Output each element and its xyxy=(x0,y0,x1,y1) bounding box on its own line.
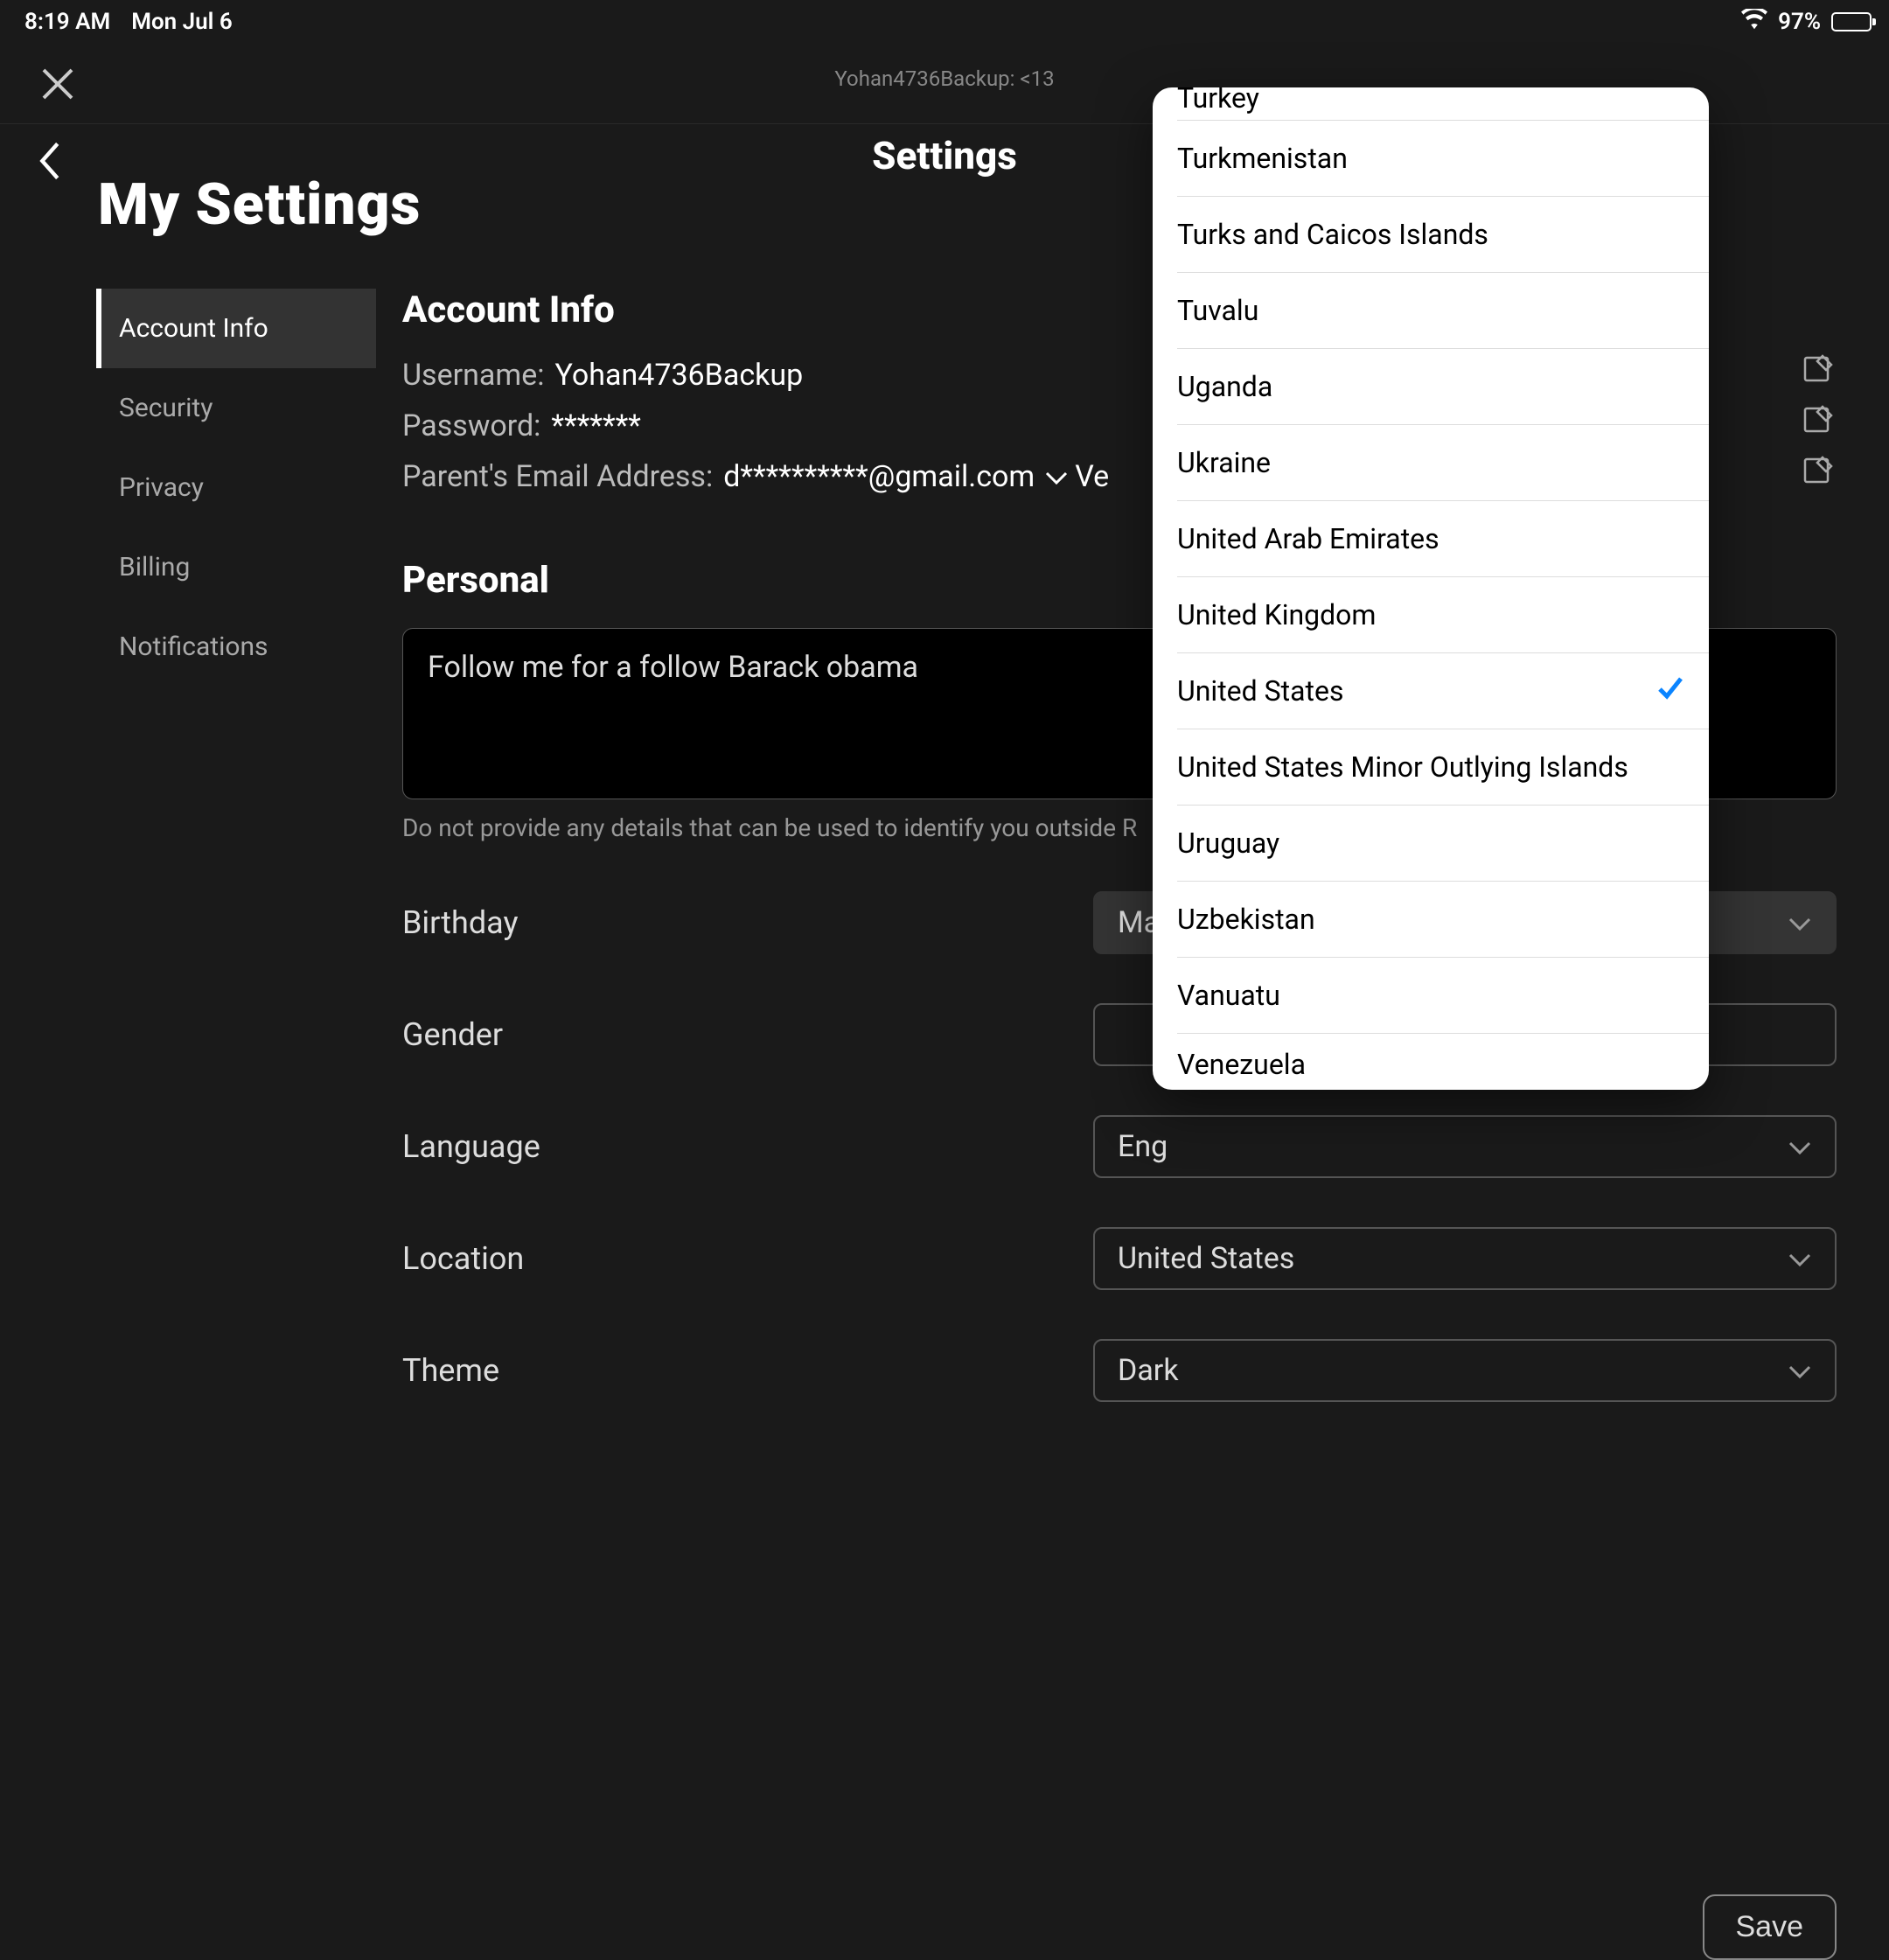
country-label: Ukraine xyxy=(1177,446,1271,479)
country-label: United Arab Emirates xyxy=(1177,522,1439,555)
password-label: Password: xyxy=(402,408,540,443)
country-label: Tuvalu xyxy=(1177,294,1258,327)
country-label: Uruguay xyxy=(1177,827,1279,860)
country-option[interactable]: Ukraine xyxy=(1177,425,1709,501)
language-label: Language xyxy=(402,1128,1093,1165)
country-option[interactable]: Turkey xyxy=(1177,87,1709,121)
parent-email-value: d**********@gmail.com xyxy=(723,459,1035,494)
theme-value: Dark xyxy=(1118,1353,1179,1388)
location-value: United States xyxy=(1118,1241,1294,1276)
status-time: 8:19 AM xyxy=(24,9,110,35)
country-option[interactable]: United Arab Emirates xyxy=(1177,501,1709,577)
password-value: ******* xyxy=(551,408,641,443)
save-button[interactable]: Save xyxy=(1703,1894,1837,1960)
username-value: Yohan4736Backup xyxy=(555,358,804,393)
battery-icon xyxy=(1831,12,1872,31)
country-label: United States xyxy=(1177,674,1343,708)
parent-email-label: Parent's Email Address: xyxy=(402,459,713,494)
username-label: Username: xyxy=(402,358,545,393)
theme-label: Theme xyxy=(402,1352,1093,1389)
sidebar-item-billing[interactable]: Billing xyxy=(96,527,376,607)
sidebar-item-account-info[interactable]: Account Info xyxy=(96,289,376,368)
back-button[interactable] xyxy=(33,140,66,185)
country-option[interactable]: United Kingdom xyxy=(1177,577,1709,653)
page-title: Settings xyxy=(872,133,1017,178)
country-label: Turks and Caicos Islands xyxy=(1177,218,1488,251)
edit-username-button[interactable] xyxy=(1802,354,1837,389)
battery-percent: 97% xyxy=(1778,9,1821,35)
location-label: Location xyxy=(402,1240,1093,1277)
check-icon xyxy=(1656,673,1684,708)
country-option[interactable]: United States Minor Outlying Islands xyxy=(1177,729,1709,806)
sidebar-item-label: Billing xyxy=(119,552,190,582)
gender-label: Gender xyxy=(402,1016,1093,1053)
bio-value: Follow me for a follow Barack obama xyxy=(428,650,918,685)
country-list[interactable]: Turkey Turkmenistan Turks and Caicos Isl… xyxy=(1153,87,1709,1090)
verified-text: Ve xyxy=(1075,459,1109,494)
country-label: Venezuela xyxy=(1177,1048,1306,1081)
sidebar-item-security[interactable]: Security xyxy=(96,368,376,448)
language-select[interactable]: Eng xyxy=(1093,1115,1837,1178)
sidebar-item-notifications[interactable]: Notifications xyxy=(96,607,376,687)
chevron-down-icon xyxy=(1788,1129,1812,1164)
birthday-label: Birthday xyxy=(402,904,1093,941)
country-option[interactable]: Vanuatu xyxy=(1177,958,1709,1034)
chevron-down-icon xyxy=(1788,1353,1812,1388)
country-option[interactable]: Uruguay xyxy=(1177,806,1709,882)
country-option[interactable]: Turkmenistan xyxy=(1177,121,1709,197)
country-option[interactable]: Uganda xyxy=(1177,349,1709,425)
window-title: Yohan4736Backup: <13 xyxy=(834,66,1054,91)
chevron-down-icon xyxy=(1788,905,1812,940)
chevron-down-icon xyxy=(1788,1241,1812,1276)
country-option[interactable]: Uzbekistan xyxy=(1177,882,1709,958)
country-label: Turkey xyxy=(1177,87,1259,115)
sidebar-item-privacy[interactable]: Privacy xyxy=(96,448,376,527)
location-select[interactable]: United States xyxy=(1093,1227,1837,1290)
country-label: United Kingdom xyxy=(1177,598,1376,631)
wifi-icon xyxy=(1741,9,1767,36)
sidebar-item-label: Notifications xyxy=(119,631,268,662)
status-bar: 8:19 AM Mon Jul 6 97% xyxy=(0,0,1889,37)
country-option[interactable]: Tuvalu xyxy=(1177,273,1709,349)
close-button[interactable] xyxy=(38,65,80,107)
sidebar-item-label: Privacy xyxy=(119,472,204,503)
country-option[interactable]: Turks and Caicos Islands xyxy=(1177,197,1709,273)
status-date: Mon Jul 6 xyxy=(131,9,233,35)
edit-parent-email-button[interactable] xyxy=(1802,456,1837,491)
sidebar-item-label: Security xyxy=(119,393,213,423)
theme-select[interactable]: Dark xyxy=(1093,1339,1837,1402)
sidebar: Account Info Security Privacy Billing No… xyxy=(96,289,376,1402)
country-label: Vanuatu xyxy=(1177,979,1280,1012)
location-popover: Turkey Turkmenistan Turks and Caicos Isl… xyxy=(1153,87,1709,1090)
sidebar-item-label: Account Info xyxy=(119,313,268,344)
country-label: Uganda xyxy=(1177,370,1272,403)
page-heading: My Settings xyxy=(98,171,421,239)
language-value: Eng xyxy=(1118,1129,1168,1164)
country-option-selected[interactable]: United States xyxy=(1177,653,1709,729)
country-label: Uzbekistan xyxy=(1177,903,1315,936)
country-label: United States Minor Outlying Islands xyxy=(1177,750,1628,784)
edit-password-button[interactable] xyxy=(1802,405,1837,440)
country-option[interactable]: Venezuela xyxy=(1177,1034,1709,1081)
country-label: Turkmenistan xyxy=(1177,142,1348,175)
chevron-down-icon xyxy=(1045,459,1068,494)
